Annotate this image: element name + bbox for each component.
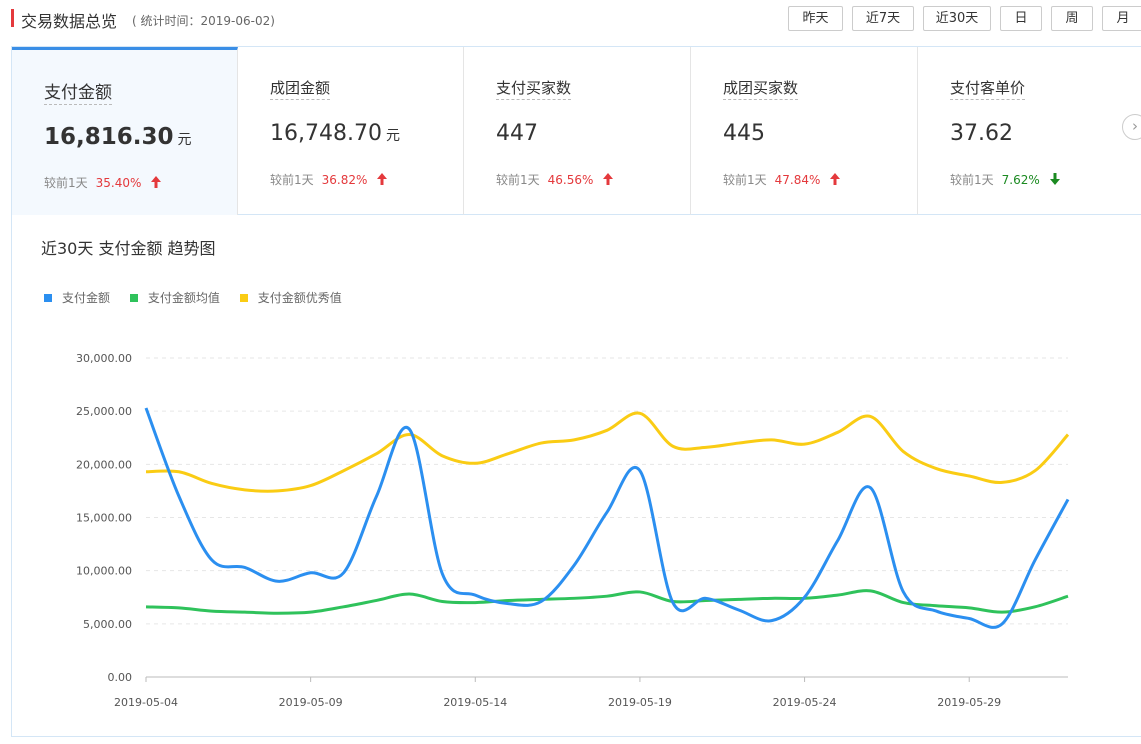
- x-tick-label: 2019-05-14: [443, 696, 507, 709]
- y-tick-label: 5,000.00: [83, 618, 132, 631]
- x-tick-label: 2019-05-04: [114, 696, 178, 709]
- range-button-30days[interactable]: 近30天: [923, 6, 991, 31]
- range-button-day[interactable]: 日: [1000, 6, 1042, 31]
- y-tick-label: 25,000.00: [76, 405, 132, 418]
- y-tick-label: 20,000.00: [76, 458, 132, 471]
- x-tick-label: 2019-05-19: [608, 696, 672, 709]
- page-title: 交易数据总览: [21, 12, 118, 31]
- x-tick-label: 2019-05-09: [279, 696, 343, 709]
- range-button-week[interactable]: 周: [1051, 6, 1093, 31]
- x-tick-label: 2019-05-29: [937, 696, 1001, 709]
- stat-time: ( 统计时间：2019-06-02): [132, 14, 275, 28]
- y-tick-label: 15,000.00: [76, 512, 132, 525]
- range-button-yesterday[interactable]: 昨天: [788, 6, 843, 31]
- range-button-7days[interactable]: 近7天: [852, 6, 914, 31]
- y-tick-label: 30,000.00: [76, 352, 132, 365]
- x-tick-label: 2019-05-24: [773, 696, 837, 709]
- y-tick-label: 0.00: [108, 671, 133, 684]
- page-header: 交易数据总览 ( 统计时间：2019-06-02) 昨天 近7天 近30天 日 …: [0, 0, 1141, 38]
- range-button-month[interactable]: 月: [1102, 6, 1141, 31]
- y-tick-label: 10,000.00: [76, 565, 132, 578]
- trend-chart: 0.00 5,000.00 10,000.00 15,000.00 20,000.00 2…: [76, 352, 1070, 709]
- title-accent-bar: [11, 9, 14, 27]
- overview-panel: 支付金额 16,816.30 元 较前1天 35.40% 成团金额 16,748.7…: [11, 46, 1141, 737]
- series-line-pay-excellent: [145, 411, 1070, 493]
